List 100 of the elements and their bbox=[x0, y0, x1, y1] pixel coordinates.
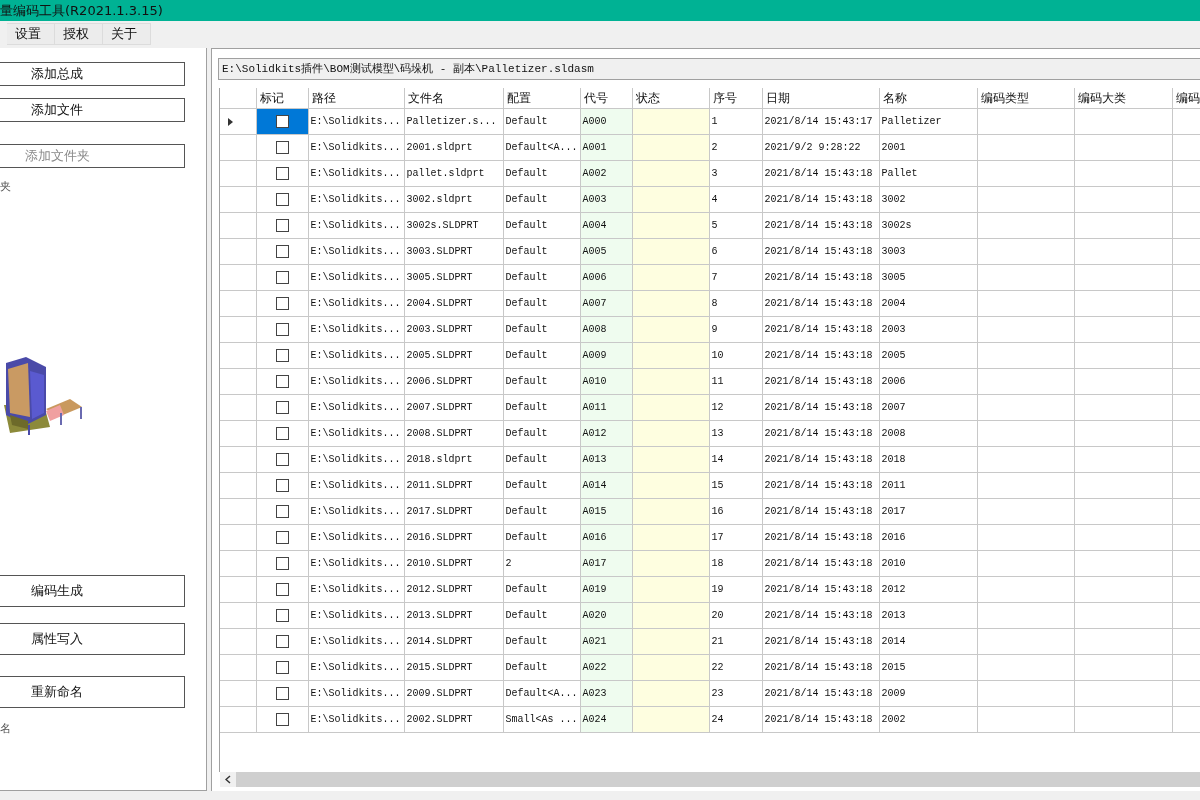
scroll-left-icon[interactable] bbox=[225, 775, 231, 784]
table-cell[interactable] bbox=[256, 420, 308, 447]
table-cell: 2021/8/14 15:43:18 bbox=[762, 472, 879, 499]
action-button[interactable]: 属性写入 bbox=[0, 623, 185, 655]
table-cell: 2021/8/14 15:43:18 bbox=[762, 446, 879, 473]
table-cell: Default<A... bbox=[503, 680, 580, 707]
table-cell[interactable] bbox=[256, 238, 308, 265]
table-cell[interactable] bbox=[256, 446, 308, 473]
hint-text: 夹 bbox=[0, 180, 11, 194]
column-header[interactable]: 配置 bbox=[503, 88, 580, 109]
column-header[interactable]: 名称 bbox=[879, 88, 977, 109]
checkbox[interactable] bbox=[275, 583, 289, 596]
table-cell: Default bbox=[503, 654, 580, 681]
table-cell[interactable] bbox=[256, 394, 308, 421]
table-cell[interactable] bbox=[256, 472, 308, 499]
scroll-left-button[interactable] bbox=[220, 772, 236, 787]
column-header[interactable]: 编码大类 bbox=[1074, 88, 1172, 109]
table-cell[interactable] bbox=[256, 576, 308, 603]
table-cell: 2021/8/14 15:43:18 bbox=[762, 420, 879, 447]
table-cell[interactable] bbox=[256, 160, 308, 187]
table-cell: 2011 bbox=[879, 472, 977, 499]
table-cell[interactable] bbox=[256, 290, 308, 317]
checkbox[interactable] bbox=[275, 219, 289, 232]
action-button[interactable]: 添加文件 bbox=[0, 98, 185, 122]
column-header[interactable]: 代号 bbox=[580, 88, 632, 109]
checkbox[interactable] bbox=[275, 453, 289, 466]
checkbox[interactable] bbox=[275, 609, 289, 622]
checkbox[interactable] bbox=[275, 115, 289, 128]
table-cell: 2021/8/14 15:43:18 bbox=[762, 394, 879, 421]
checkbox[interactable] bbox=[275, 271, 289, 284]
table-cell: 13 bbox=[709, 420, 762, 447]
action-button[interactable]: 编码生成 bbox=[0, 575, 185, 607]
table-cell: 2021/8/14 15:43:18 bbox=[762, 186, 879, 213]
checkbox[interactable] bbox=[275, 479, 289, 492]
table-cell[interactable] bbox=[256, 316, 308, 343]
column-header[interactable]: 日期 bbox=[762, 88, 879, 109]
checkbox[interactable] bbox=[275, 193, 289, 206]
action-button[interactable]: 添加总成 bbox=[0, 62, 185, 86]
path-field[interactable]: E:\Solidkits插件\BOM测试模型\码垛机 - 副本\Palletizer.sldasm bbox=[218, 58, 1200, 80]
checkbox[interactable] bbox=[275, 297, 289, 310]
checkbox[interactable] bbox=[275, 375, 289, 388]
table-cell: 3005 bbox=[879, 264, 977, 291]
table-cell: E:\Solidkits... bbox=[308, 368, 404, 395]
menu-item[interactable]: 关于 bbox=[103, 23, 151, 45]
table-cell[interactable] bbox=[256, 602, 308, 629]
column-header[interactable]: 路径 bbox=[308, 88, 404, 109]
checkbox[interactable] bbox=[275, 245, 289, 258]
horizontal-scrollbar[interactable] bbox=[220, 772, 1200, 787]
checkbox[interactable] bbox=[275, 427, 289, 440]
checkbox[interactable] bbox=[275, 323, 289, 336]
table-cell: 3003 bbox=[879, 238, 977, 265]
table-cell[interactable] bbox=[256, 628, 308, 655]
table-cell: 22 bbox=[709, 654, 762, 681]
checkbox[interactable] bbox=[275, 661, 289, 674]
table-cell[interactable] bbox=[256, 186, 308, 213]
column-header[interactable]: 状态 bbox=[632, 88, 709, 109]
checkbox[interactable] bbox=[275, 531, 289, 544]
table-cell[interactable] bbox=[256, 498, 308, 525]
table-cell[interactable] bbox=[256, 134, 308, 161]
checkbox[interactable] bbox=[275, 635, 289, 648]
table-cell[interactable] bbox=[256, 212, 308, 239]
table-cell: 2006 bbox=[879, 368, 977, 395]
table-cell: Default bbox=[503, 420, 580, 447]
table-cell: E:\Solidkits... bbox=[308, 134, 404, 161]
table-cell[interactable] bbox=[256, 654, 308, 681]
checkbox[interactable] bbox=[275, 557, 289, 570]
column-header[interactable]: 标记 bbox=[256, 88, 308, 109]
table-cell: 21 bbox=[709, 628, 762, 655]
column-header[interactable]: 序号 bbox=[709, 88, 762, 109]
table-cell: 2021/8/14 15:43:18 bbox=[762, 368, 879, 395]
table-cell[interactable] bbox=[256, 550, 308, 577]
column-header[interactable]: 文件名 bbox=[404, 88, 503, 109]
checkbox[interactable] bbox=[275, 401, 289, 414]
table-cell[interactable] bbox=[256, 264, 308, 291]
table-cell[interactable] bbox=[256, 680, 308, 707]
checkbox[interactable] bbox=[275, 141, 289, 154]
table-cell: Default bbox=[503, 290, 580, 317]
table-cell: Default bbox=[503, 186, 580, 213]
table-cell: 16 bbox=[709, 498, 762, 525]
action-button[interactable]: 重新命名 bbox=[0, 676, 185, 708]
table-cell: 2017 bbox=[879, 498, 977, 525]
table-cell: 3003.SLDPRT bbox=[404, 238, 503, 265]
table-cell: Palletizer bbox=[879, 108, 977, 135]
column-header[interactable]: 编码类型 bbox=[977, 88, 1074, 109]
checkbox[interactable] bbox=[275, 687, 289, 700]
checkbox[interactable] bbox=[275, 505, 289, 518]
table-cell: 19 bbox=[709, 576, 762, 603]
table-cell[interactable] bbox=[256, 706, 308, 733]
checkbox[interactable] bbox=[275, 167, 289, 180]
menu-item[interactable]: 设置 bbox=[7, 23, 55, 45]
table-cell: 2012 bbox=[879, 576, 977, 603]
table-cell: E:\Solidkits... bbox=[308, 342, 404, 369]
checkbox[interactable] bbox=[275, 349, 289, 362]
table-cell[interactable] bbox=[256, 524, 308, 551]
checkbox[interactable] bbox=[275, 713, 289, 726]
table-cell: 5 bbox=[709, 212, 762, 239]
menu-item[interactable]: 授权 bbox=[55, 23, 103, 45]
table-cell[interactable] bbox=[256, 342, 308, 369]
table-cell: E:\Solidkits... bbox=[308, 212, 404, 239]
table-cell[interactable] bbox=[256, 368, 308, 395]
